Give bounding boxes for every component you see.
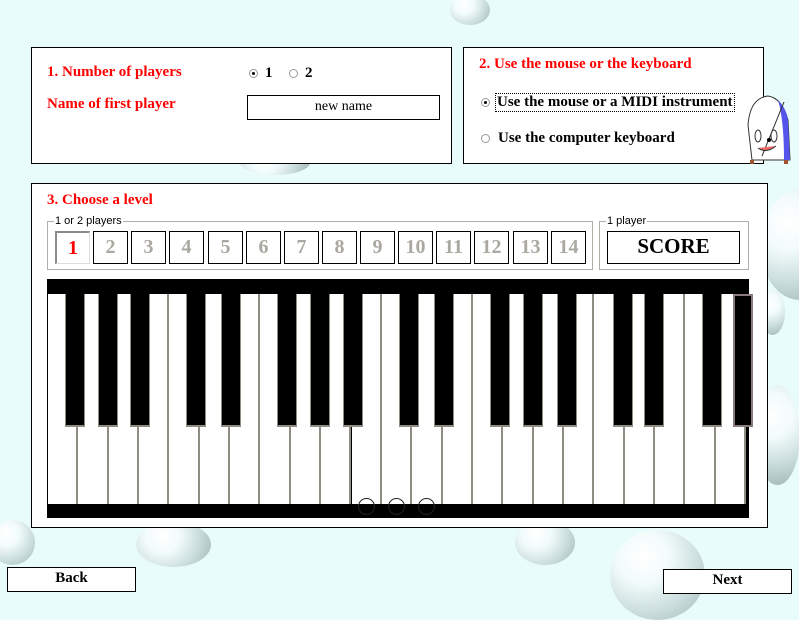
computer-keyboard-radio[interactable] xyxy=(481,134,490,143)
level-group-label: 1 or 2 players xyxy=(55,215,122,227)
key-marker-circle xyxy=(388,498,406,515)
level-group: 1 or 2 players xyxy=(47,216,593,270)
level-button-8[interactable]: 8 xyxy=(322,231,357,264)
players-radio-1-label[interactable]: 1 xyxy=(265,65,273,82)
level-button-2[interactable]: 2 xyxy=(93,231,128,264)
score-button[interactable]: SCORE xyxy=(607,231,740,264)
level-button-6[interactable]: 6 xyxy=(246,231,281,264)
players-radio-2-label[interactable]: 2 xyxy=(305,65,313,82)
input-section-title: 2. Use the mouse or the keyboard xyxy=(479,56,692,72)
level-button-4[interactable]: 4 xyxy=(169,231,204,264)
level-button-5[interactable]: 5 xyxy=(208,231,243,264)
level-button-14[interactable]: 14 xyxy=(551,231,586,264)
black-key[interactable] xyxy=(733,294,753,427)
black-key[interactable] xyxy=(557,294,577,427)
black-key[interactable] xyxy=(65,294,85,427)
level-button-12[interactable]: 12 xyxy=(474,231,509,264)
next-button[interactable]: Next xyxy=(663,569,792,594)
black-key[interactable] xyxy=(130,294,150,427)
bubble-decoration xyxy=(450,0,490,25)
players-radio-1[interactable] xyxy=(249,69,258,78)
level-button-10[interactable]: 10 xyxy=(398,231,433,264)
score-group-label: 1 player xyxy=(607,215,647,227)
player-name-label: Name of first player xyxy=(47,96,176,112)
level-button-1[interactable]: 1 xyxy=(55,231,90,264)
back-button[interactable]: Back xyxy=(7,567,136,592)
black-key[interactable] xyxy=(490,294,510,427)
level-button-3[interactable]: 3 xyxy=(131,231,166,264)
black-key[interactable] xyxy=(98,294,118,427)
level-button-11[interactable]: 11 xyxy=(436,231,471,264)
metronome-mascot-icon xyxy=(747,95,791,164)
level-button-13[interactable]: 13 xyxy=(513,231,548,264)
computer-keyboard-label[interactable]: Use the computer keyboard xyxy=(498,130,675,147)
player-name-input[interactable]: new name xyxy=(247,95,440,120)
black-key[interactable] xyxy=(343,294,363,427)
black-key[interactable] xyxy=(277,294,297,427)
key-marker-circle xyxy=(357,498,375,515)
black-key[interactable] xyxy=(523,294,543,427)
black-key[interactable] xyxy=(310,294,330,427)
players-radio-2[interactable] xyxy=(289,69,298,78)
bubble-decoration xyxy=(0,520,35,565)
key-marker-circle xyxy=(418,498,436,515)
bubble-decoration xyxy=(136,522,211,567)
black-key[interactable] xyxy=(613,294,633,427)
black-key[interactable] xyxy=(221,294,241,427)
mouse-midi-label[interactable]: Use the mouse or a MIDI instrument xyxy=(495,93,735,112)
black-key[interactable] xyxy=(702,294,722,427)
mouse-midi-radio[interactable] xyxy=(481,98,490,107)
black-key[interactable] xyxy=(644,294,664,427)
black-key[interactable] xyxy=(186,294,206,427)
level-section-title: 3. Choose a level xyxy=(47,192,153,208)
black-key[interactable] xyxy=(434,294,454,427)
piano-keyboard[interactable] xyxy=(47,279,753,518)
players-section-title: 1. Number of players xyxy=(47,64,182,80)
black-key[interactable] xyxy=(399,294,419,427)
level-button-9[interactable]: 9 xyxy=(360,231,395,264)
level-button-7[interactable]: 7 xyxy=(284,231,319,264)
